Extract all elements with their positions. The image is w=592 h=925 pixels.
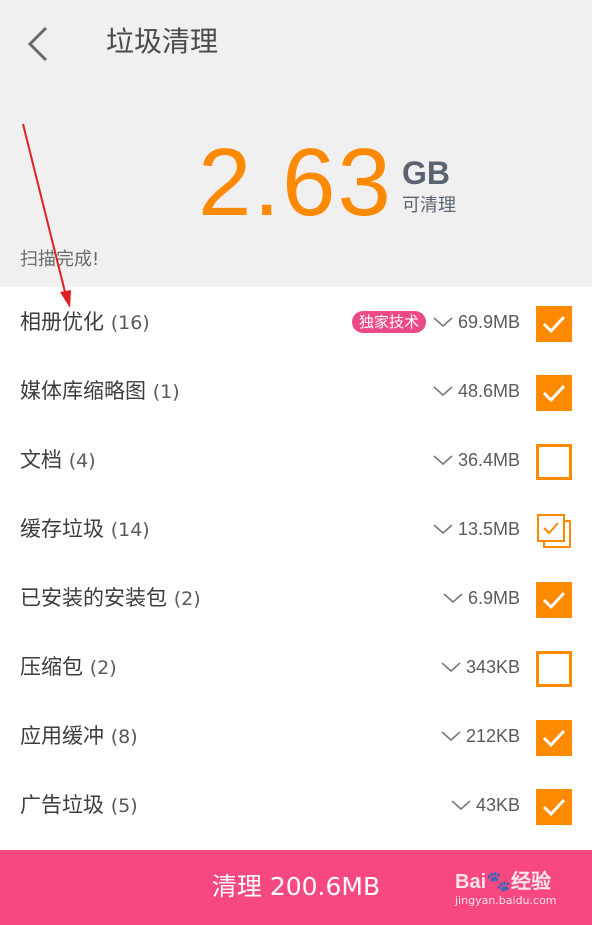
list-item[interactable]: 压缩包 (2) 343KB: [0, 632, 592, 701]
category-count: (8): [110, 726, 138, 748]
chevron-down-icon[interactable]: [432, 522, 454, 536]
category-label: 媒体库缩略图: [20, 379, 146, 403]
category-name: 广告垃圾 (5): [20, 790, 138, 821]
baidu-watermark: Bai🐾经验 jingyan.baidu.com: [455, 870, 557, 908]
category-size-group[interactable]: 343KB: [440, 652, 520, 682]
category-size: 343KB: [465, 657, 520, 677]
category-checkbox[interactable]: [536, 789, 572, 825]
page-title: 垃圾清理: [106, 25, 219, 58]
list-item[interactable]: 缓存垃圾 (14) 13.5MB: [0, 494, 592, 563]
category-count: (1): [152, 381, 180, 403]
chevron-down-icon[interactable]: [440, 660, 462, 674]
category-size: 212KB: [465, 726, 520, 746]
list-item[interactable]: 已安装的安装包 (2) 6.9MB: [0, 563, 592, 632]
category-checkbox[interactable]: [536, 582, 572, 618]
category-checkbox[interactable]: [536, 306, 572, 342]
category-label: 应用缓冲: [20, 724, 104, 748]
category-name: 相册优化 (16): [20, 307, 150, 338]
chevron-down-icon[interactable]: [432, 315, 454, 329]
exclusive-badge: 独家技术: [351, 311, 426, 333]
category-count: (2): [173, 588, 201, 610]
category-checkbox[interactable]: [536, 375, 572, 411]
category-label: 相册优化: [20, 310, 104, 334]
category-count: (16): [110, 312, 150, 334]
watermark-url: jingyan.baidu.com: [455, 894, 557, 907]
checkmark-icon: [542, 384, 566, 403]
category-name: 应用缓冲 (8): [20, 721, 138, 752]
category-name: 已安装的安装包 (2): [20, 583, 201, 614]
category-name: 压缩包 (2): [20, 652, 117, 683]
category-size-group[interactable]: 43KB: [450, 790, 520, 820]
summary-panel: 垃圾清理 2.63 GB 可清理 扫描完成!: [0, 0, 592, 287]
category-name: 文档 (4): [20, 445, 96, 476]
list-item[interactable]: 媒体库缩略图 (1) 48.6MB: [0, 356, 592, 425]
chevron-down-icon[interactable]: [432, 453, 454, 467]
category-size-group[interactable]: 212KB: [440, 721, 520, 751]
category-size-group[interactable]: 36.4MB: [432, 445, 520, 475]
category-count: (2): [89, 657, 117, 679]
chevron-down-icon[interactable]: [440, 729, 462, 743]
clean-button[interactable]: 清理 200.6MB Bai🐾经验 jingyan.baidu.com: [0, 850, 592, 925]
checkmark-icon: [542, 591, 566, 610]
category-count: (4): [68, 450, 96, 472]
chevron-down-icon[interactable]: [432, 384, 454, 398]
list-item[interactable]: 相册优化 (16) 独家技术 69.9MB: [0, 287, 592, 356]
checkmark-icon: [537, 514, 571, 548]
back-arrow-icon[interactable]: [22, 22, 62, 62]
category-name: 媒体库缩略图 (1): [20, 376, 180, 407]
category-size-group[interactable]: 48.6MB: [432, 376, 520, 406]
checkmark-icon: [542, 798, 566, 817]
chevron-down-icon[interactable]: [450, 798, 472, 812]
category-label: 压缩包: [20, 655, 83, 679]
category-size-group[interactable]: 独家技术 69.9MB: [351, 307, 520, 337]
category-name: 缓存垃圾 (14): [20, 514, 150, 545]
category-label: 缓存垃圾: [20, 517, 104, 541]
category-label: 已安装的安装包: [20, 586, 167, 610]
watermark-brand: Bai🐾经验: [455, 871, 552, 893]
category-checkbox[interactable]: [536, 444, 572, 480]
scan-status: 扫描完成!: [20, 249, 100, 270]
category-checkbox[interactable]: [536, 720, 572, 756]
list-item[interactable]: 文档 (4) 36.4MB: [0, 425, 592, 494]
category-size: 48.6MB: [457, 381, 520, 401]
cleanable-amount: 2.63: [198, 129, 393, 236]
category-checkbox[interactable]: [536, 513, 572, 549]
cleanable-caption: 可清理: [402, 195, 456, 216]
category-size: 36.4MB: [457, 450, 520, 470]
junk-category-list: 相册优化 (16) 独家技术 69.9MB 媒体库缩略图 (1) 48.6MB 文档 (4…: [0, 287, 592, 839]
checkmark-icon: [542, 315, 566, 334]
category-label: 广告垃圾: [20, 793, 104, 817]
category-label: 文档: [20, 448, 62, 472]
clean-button-label: 清理 200.6MB: [211, 872, 381, 901]
category-size: 69.9MB: [457, 312, 520, 332]
category-size-group[interactable]: 6.9MB: [442, 583, 520, 613]
chevron-down-icon[interactable]: [442, 591, 464, 605]
category-checkbox[interactable]: [536, 651, 572, 687]
category-size: 13.5MB: [457, 519, 520, 539]
empty-box-icon: [539, 654, 575, 690]
list-item[interactable]: 应用缓冲 (8) 212KB: [0, 701, 592, 770]
category-size: 6.9MB: [467, 588, 520, 608]
cleanable-unit: GB: [402, 155, 450, 191]
category-count: (14): [110, 519, 150, 541]
list-item[interactable]: 广告垃圾 (5) 43KB: [0, 770, 592, 839]
category-size: 43KB: [475, 795, 520, 815]
checkmark-icon: [542, 729, 566, 748]
empty-box-icon: [539, 447, 575, 483]
category-count: (5): [110, 795, 138, 817]
category-size-group[interactable]: 13.5MB: [432, 514, 520, 544]
